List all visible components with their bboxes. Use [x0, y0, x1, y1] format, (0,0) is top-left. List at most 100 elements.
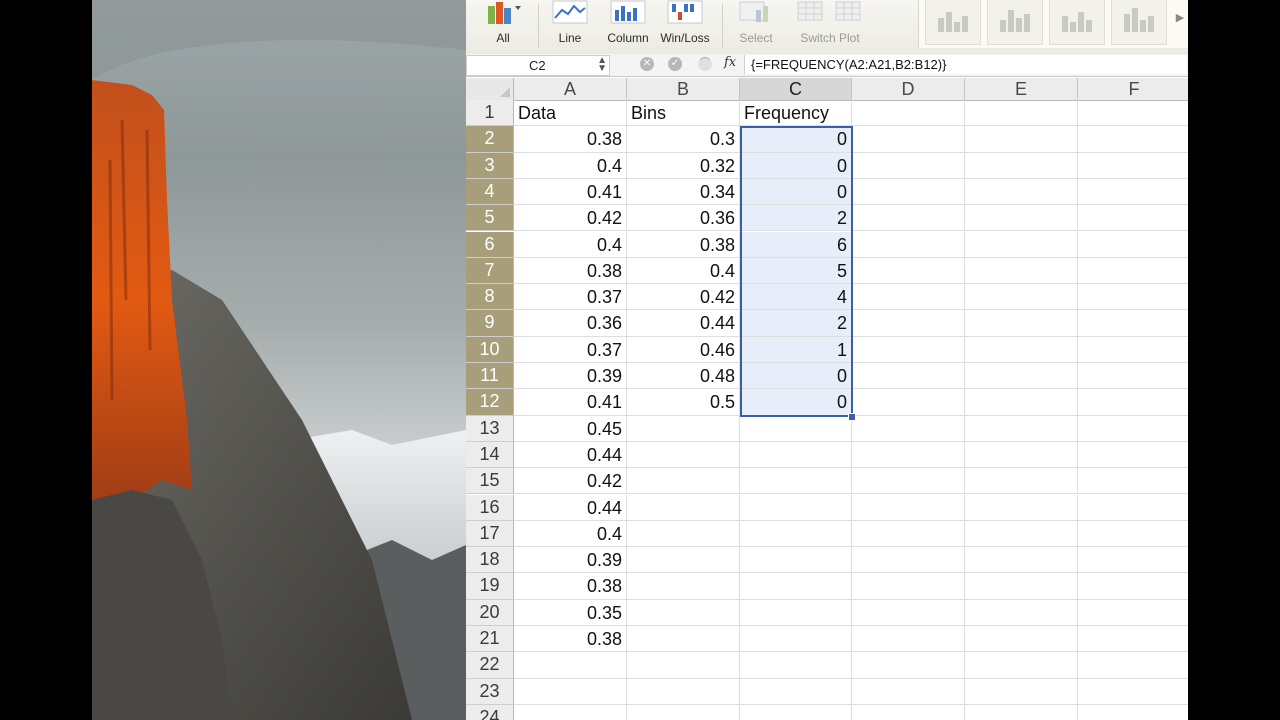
cell-b5[interactable]: 0.36 — [627, 205, 740, 232]
cell-d7[interactable] — [852, 257, 965, 285]
cell-a2[interactable]: 0.38 — [514, 126, 627, 153]
row-header[interactable]: 19 — [466, 573, 514, 600]
row-header[interactable]: 20 — [466, 599, 514, 626]
cell-f7[interactable] — [1078, 258, 1188, 285]
row-header[interactable]: 10 — [466, 336, 514, 363]
cell-a19[interactable]: 0.38 — [514, 573, 627, 600]
row-header[interactable]: 7 — [466, 257, 514, 285]
cell-d13[interactable] — [852, 415, 965, 442]
cell-e16[interactable] — [965, 494, 1078, 521]
cell-e8[interactable] — [965, 284, 1078, 311]
cell-f9[interactable] — [1078, 310, 1188, 337]
function-wizard-icon[interactable]: ⌒ — [698, 57, 712, 71]
cell-a12[interactable]: 0.41 — [514, 389, 627, 416]
cell-e19[interactable] — [965, 573, 1078, 600]
cell-c5[interactable]: 2 — [740, 205, 852, 232]
cell-f5[interactable] — [1078, 205, 1188, 232]
cell-c8[interactable]: 4 — [740, 284, 852, 311]
cell-b11[interactable]: 0.48 — [627, 363, 740, 390]
cell-a17[interactable]: 0.4 — [514, 520, 627, 548]
cell-c17[interactable] — [740, 520, 852, 548]
cell-c18[interactable] — [740, 547, 852, 574]
cell-f13[interactable] — [1078, 416, 1188, 442]
cell-d8[interactable] — [852, 284, 965, 311]
cell-b12[interactable]: 0.5 — [627, 389, 740, 416]
row-header[interactable]: 13 — [466, 415, 514, 442]
cell-b21[interactable] — [627, 626, 740, 653]
cell-e12[interactable] — [965, 389, 1078, 416]
cell-e17[interactable] — [965, 520, 1078, 548]
cell-d6[interactable] — [852, 231, 965, 258]
sparkline-column-button[interactable]: Column — [602, 0, 654, 52]
cell-a6[interactable]: 0.4 — [514, 231, 627, 258]
select-all-corner[interactable] — [466, 78, 514, 101]
cell-b1[interactable]: Bins — [627, 100, 740, 127]
cell-b15[interactable] — [627, 468, 740, 495]
cell-a8[interactable]: 0.37 — [514, 284, 627, 311]
cell-b2[interactable]: 0.3 — [627, 126, 740, 153]
cell-b14[interactable] — [627, 441, 740, 469]
cell-e1[interactable] — [965, 100, 1078, 127]
switch-plot-button[interactable]: Switch Plot — [790, 0, 870, 52]
cell-c11[interactable]: 0 — [740, 363, 852, 390]
cell-c12[interactable]: 0 — [740, 389, 852, 416]
row-header[interactable]: 5 — [466, 205, 514, 232]
name-box-stepper-icon[interactable]: ▲ ▼ — [597, 56, 607, 74]
cell-c6[interactable]: 6 — [740, 231, 852, 258]
cell-f23[interactable] — [1078, 679, 1188, 705]
cell-f21[interactable] — [1078, 626, 1188, 653]
cell-d24[interactable] — [852, 704, 965, 720]
cell-f11[interactable] — [1078, 363, 1188, 390]
cell-c20[interactable] — [740, 599, 852, 626]
cell-e11[interactable] — [965, 363, 1078, 390]
cell-a7[interactable]: 0.38 — [514, 257, 627, 285]
row-header[interactable]: 18 — [466, 547, 514, 574]
cell-b16[interactable] — [627, 494, 740, 521]
cell-f15[interactable] — [1078, 468, 1188, 495]
cell-d9[interactable] — [852, 310, 965, 337]
cell-a23[interactable] — [514, 678, 627, 705]
cell-a16[interactable]: 0.44 — [514, 494, 627, 521]
cell-d18[interactable] — [852, 547, 965, 574]
cell-c23[interactable] — [740, 678, 852, 705]
enter-formula-icon[interactable]: ✓ — [668, 57, 682, 71]
row-header[interactable]: 12 — [466, 389, 514, 416]
row-header[interactable]: 8 — [466, 284, 514, 311]
cell-a24[interactable] — [514, 704, 627, 720]
cell-e2[interactable] — [965, 126, 1078, 153]
row-header[interactable]: 15 — [466, 468, 514, 495]
cell-c9[interactable]: 2 — [740, 310, 852, 337]
cell-a3[interactable]: 0.4 — [514, 152, 627, 179]
cell-e5[interactable] — [965, 205, 1078, 232]
cell-c2[interactable]: 0 — [740, 126, 852, 153]
cell-c1[interactable]: Frequency — [740, 100, 852, 127]
cell-f24[interactable] — [1078, 705, 1188, 720]
cell-b24[interactable] — [627, 704, 740, 720]
cell-a5[interactable]: 0.42 — [514, 205, 627, 232]
cell-f22[interactable] — [1078, 652, 1188, 679]
cell-f4[interactable] — [1078, 179, 1188, 206]
cell-c24[interactable] — [740, 704, 852, 720]
cell-b23[interactable] — [627, 678, 740, 705]
cell-a1[interactable]: Data — [514, 100, 627, 127]
cell-f18[interactable] — [1078, 547, 1188, 574]
column-header-d[interactable]: D — [852, 78, 965, 101]
row-header[interactable]: 2 — [466, 126, 514, 153]
chart-all-button[interactable]: All — [474, 0, 532, 52]
cell-b6[interactable]: 0.38 — [627, 231, 740, 258]
cell-d20[interactable] — [852, 599, 965, 626]
row-header[interactable]: 6 — [466, 231, 514, 258]
cell-b22[interactable] — [627, 652, 740, 679]
cell-c3[interactable]: 0 — [740, 152, 852, 179]
chart-style-thumbnail[interactable] — [987, 0, 1043, 45]
cell-f20[interactable] — [1078, 600, 1188, 626]
cell-c7[interactable]: 5 — [740, 257, 852, 285]
cell-a9[interactable]: 0.36 — [514, 310, 627, 337]
cell-d1[interactable] — [852, 100, 965, 127]
cell-d17[interactable] — [852, 520, 965, 548]
cell-b9[interactable]: 0.44 — [627, 310, 740, 337]
cell-d10[interactable] — [852, 336, 965, 363]
cell-a11[interactable]: 0.39 — [514, 363, 627, 390]
cell-c22[interactable] — [740, 652, 852, 679]
cell-f3[interactable] — [1078, 153, 1188, 179]
